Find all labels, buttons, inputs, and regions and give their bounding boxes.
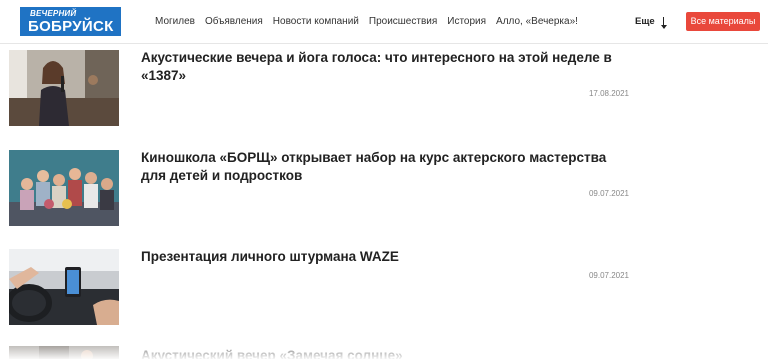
- more-label: Еще: [635, 16, 655, 27]
- list-item: Презентация личного штурмана WAZE 09.07.…: [0, 244, 768, 344]
- all-materials-button[interactable]: Все материалы: [686, 12, 760, 31]
- site-logo[interactable]: ВЕЧЕРНИЙ БОБРУЙСК: [20, 7, 121, 36]
- nav-item-mogilev[interactable]: Могилев: [155, 16, 195, 27]
- article-thumbnail[interactable]: [9, 50, 119, 126]
- nav-item-history[interactable]: История: [447, 16, 486, 27]
- site-header: ВЕЧЕРНИЙ БОБРУЙСК Могилев Объявления Нов…: [0, 0, 768, 44]
- article-thumbnail[interactable]: [9, 249, 119, 325]
- nav-item-ads[interactable]: Объявления: [205, 16, 263, 27]
- article-thumbnail[interactable]: [9, 150, 119, 226]
- list-item: Акустический вечер «Замечая солнце»: [0, 344, 768, 359]
- nav-item-company-news[interactable]: Новости компаний: [273, 16, 359, 27]
- arrow-down-icon: [660, 16, 667, 30]
- more-menu-button[interactable]: Еще: [635, 16, 667, 30]
- article-title[interactable]: Акустический вечер «Замечая солнце»: [141, 347, 631, 359]
- article-date: 09.07.2021: [588, 189, 629, 198]
- article-title[interactable]: Акустические вечера и йога голоса: что и…: [141, 49, 631, 85]
- article-title[interactable]: Киношкола «БОРЩ» открывает набор на курс…: [141, 149, 631, 185]
- main-nav: Могилев Объявления Новости компаний Прои…: [155, 16, 578, 27]
- nav-item-hello-vecherka[interactable]: Алло, «Вечерка»!: [496, 16, 578, 27]
- list-item: Акустические вечера и йога голоса: что и…: [0, 44, 768, 144]
- logo-line-1: ВЕЧЕРНИЙ: [30, 9, 77, 18]
- list-item: Киношкола «БОРЩ» открывает набор на курс…: [0, 144, 768, 244]
- article-date: 17.08.2021: [588, 89, 629, 98]
- article-thumbnail[interactable]: [9, 346, 119, 359]
- nav-item-incidents[interactable]: Происшествия: [369, 16, 437, 27]
- logo-line-2: БОБРУЙСК: [28, 18, 114, 35]
- article-title[interactable]: Презентация личного штурмана WAZE: [141, 248, 631, 266]
- article-date: 09.07.2021: [588, 271, 629, 280]
